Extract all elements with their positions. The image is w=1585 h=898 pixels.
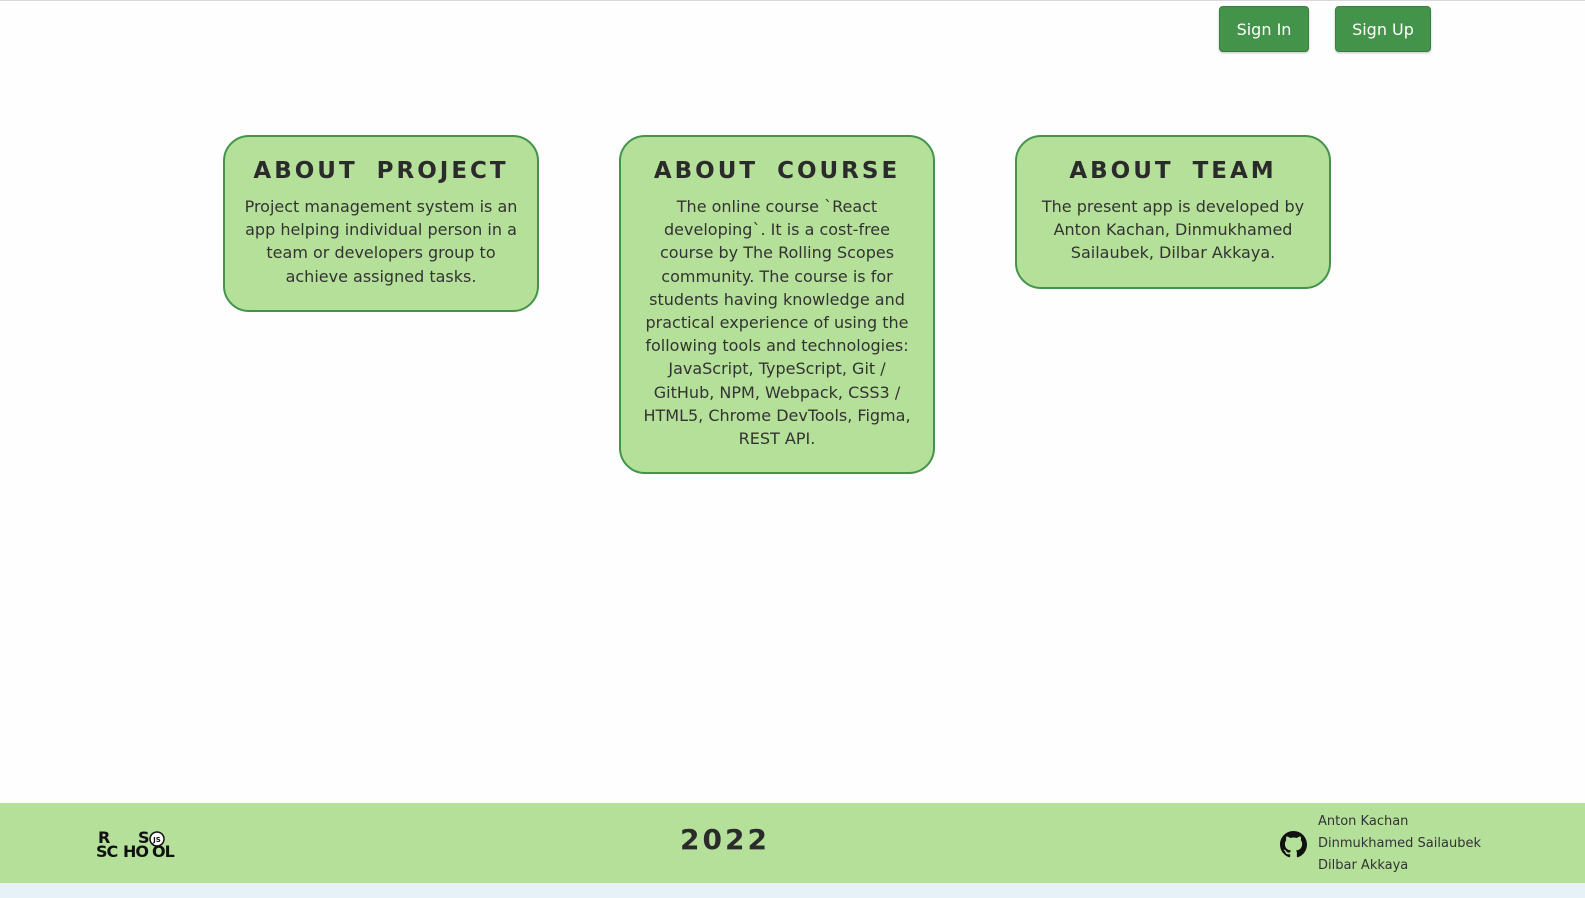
about-course-card: ABOUT COURSE The online course `React de…: [619, 135, 935, 475]
logo-letters-ho: HO: [123, 842, 149, 861]
sign-up-button[interactable]: Sign Up: [1335, 6, 1431, 52]
rs-school-logo[interactable]: R S SC HO OL JS: [96, 828, 178, 862]
header: Sign In Sign Up: [0, 6, 1585, 52]
about-course-title: ABOUT COURSE: [653, 158, 901, 184]
about-project-title: ABOUT PROJECT: [253, 158, 509, 184]
logo-letters-sc: SC: [96, 842, 118, 861]
about-team-text: The present app is developed by Anton Ka…: [1041, 197, 1305, 263]
author-link[interactable]: Dinmukhamed Sailaubek: [1318, 833, 1481, 855]
sign-in-button[interactable]: Sign In: [1219, 6, 1309, 52]
about-project-text: Project management system is an app help…: [244, 197, 518, 286]
svg-text:JS: JS: [152, 836, 161, 844]
about-course-text: The online course `React developing`. It…: [643, 197, 911, 449]
authors-list: Anton Kachan Dinmukhamed Sailaubek Dilba…: [1318, 811, 1481, 877]
js-badge-icon: JS: [149, 831, 165, 847]
bottom-strip: [0, 883, 1585, 898]
github-icon[interactable]: [1280, 831, 1307, 858]
about-project-card: ABOUT PROJECT Project management system …: [223, 135, 539, 312]
footer: R S SC HO OL JS 2022 Anton Kachan Dinmuk…: [0, 803, 1585, 883]
author-link[interactable]: Anton Kachan: [1318, 811, 1481, 833]
author-link[interactable]: Dilbar Akkaya: [1318, 855, 1481, 877]
about-team-title: ABOUT TEAM: [1069, 158, 1277, 184]
about-team-card: ABOUT TEAM The present app is developed …: [1015, 135, 1331, 289]
footer-year: 2022: [680, 823, 770, 856]
